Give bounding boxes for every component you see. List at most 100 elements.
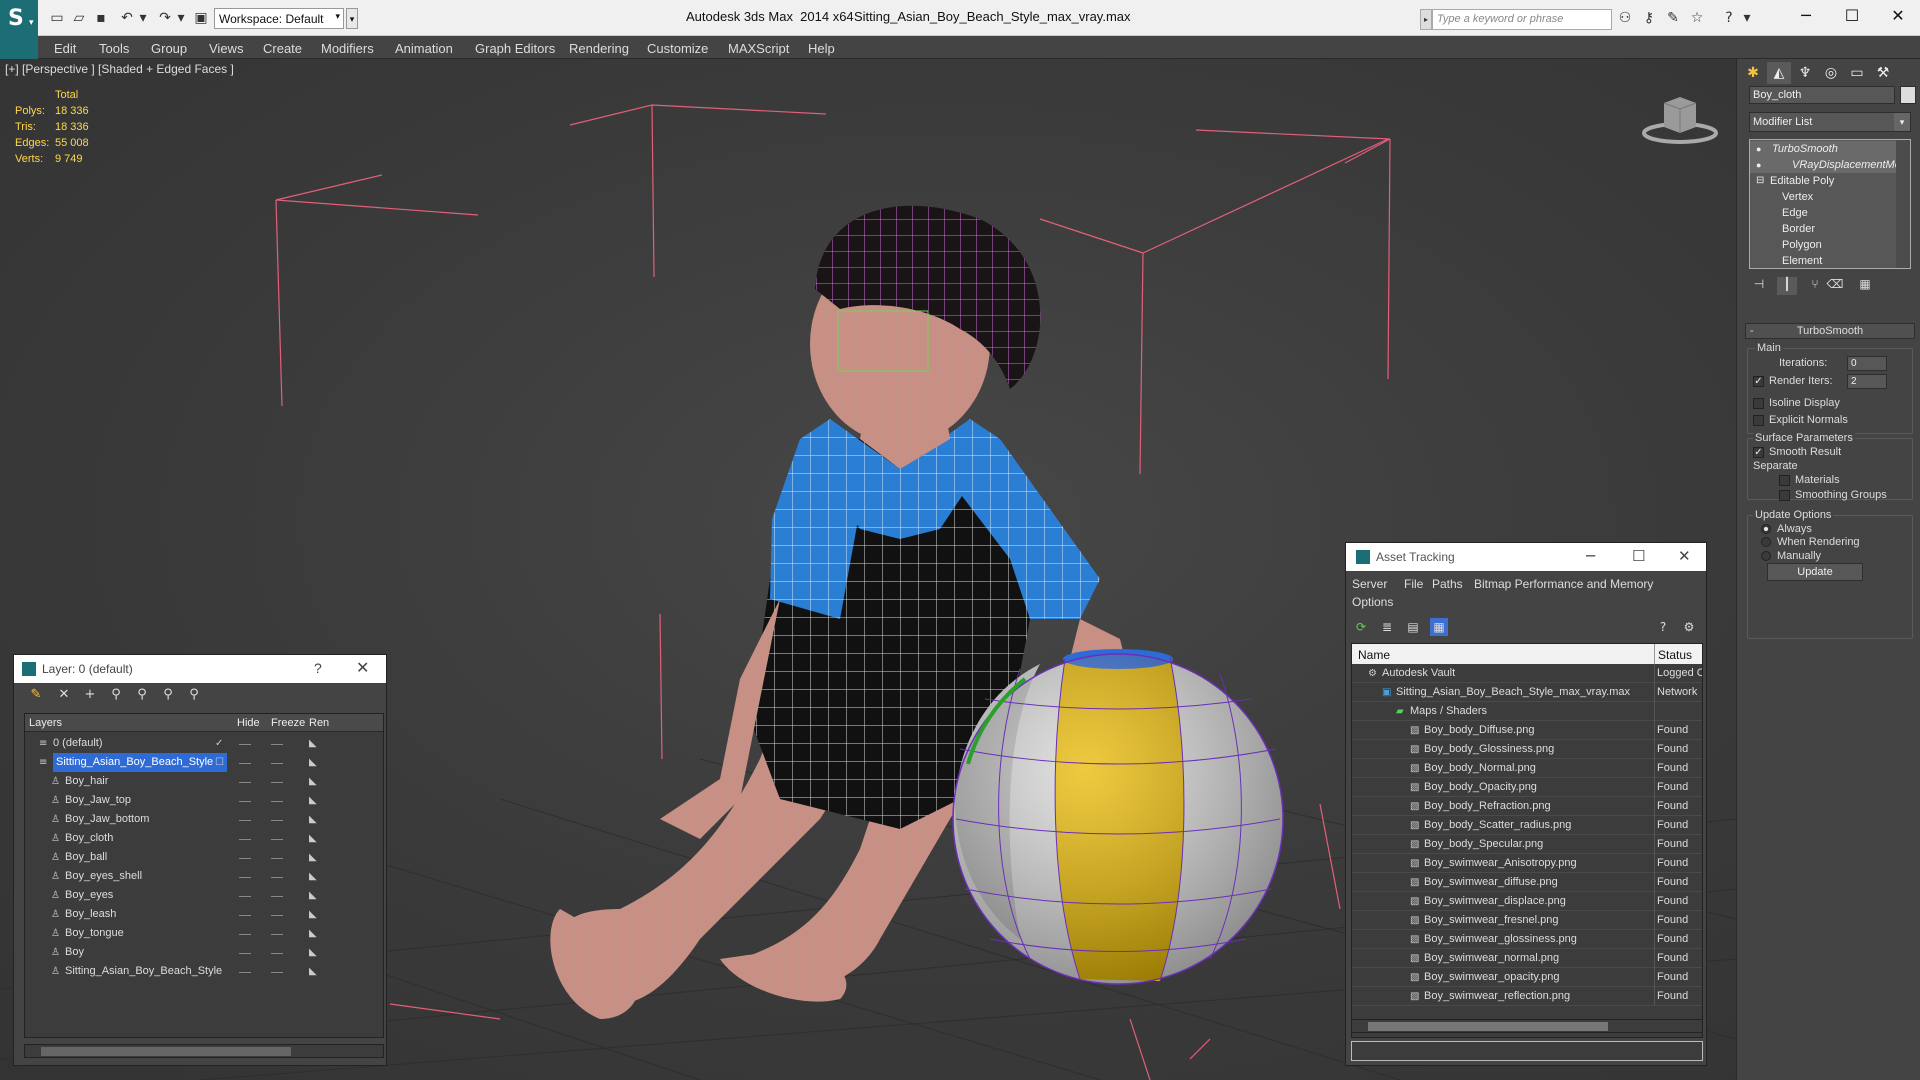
render-teapot-icon[interactable]: ◣ bbox=[309, 905, 317, 924]
close-button[interactable]: ✕ bbox=[1878, 6, 1918, 30]
undo-dropdown-icon[interactable]: ▾ bbox=[134, 9, 152, 27]
asset-row[interactable]: ▣ Sitting_Asian_Boy_Beach_Style_max_vray.… bbox=[1352, 683, 1702, 702]
maximize-button[interactable]: ☐ bbox=[1632, 547, 1645, 565]
menu-rendering[interactable]: Rendering bbox=[569, 41, 629, 56]
freeze-toggle[interactable] bbox=[271, 744, 283, 745]
menu-create[interactable]: Create bbox=[263, 41, 302, 56]
asset-row[interactable]: ▧ Boy_body_Glossiness.png Found bbox=[1352, 740, 1702, 759]
menu-file[interactable]: File bbox=[1404, 577, 1423, 591]
menu-edit[interactable]: Edit bbox=[54, 41, 76, 56]
render-teapot-icon[interactable]: ◣ bbox=[309, 810, 317, 829]
layer-object-row[interactable]: ♙ Boy_leash ◣ bbox=[25, 905, 383, 924]
refresh-icon[interactable]: ⟳ bbox=[1352, 618, 1370, 636]
freeze-toggle[interactable] bbox=[271, 915, 283, 916]
render-teapot-icon[interactable]: ◣ bbox=[309, 772, 317, 791]
stack-item-turbosmooth[interactable]: ● TurboSmooth bbox=[1750, 141, 1896, 157]
layer-new-icon[interactable]: ✎ bbox=[26, 687, 46, 705]
update-manually-radio[interactable] bbox=[1761, 551, 1771, 561]
layer-object-row[interactable]: ♙ Boy_eyes ◣ bbox=[25, 886, 383, 905]
layer-object-row[interactable]: ♙ Boy_eyes_shell ◣ bbox=[25, 867, 383, 886]
render-teapot-icon[interactable]: ◣ bbox=[309, 791, 317, 810]
menu-views[interactable]: Views bbox=[209, 41, 243, 56]
open-file-icon[interactable]: ▱ bbox=[70, 9, 88, 27]
layer-object-row[interactable]: ♙ Boy_ball ◣ bbox=[25, 848, 383, 867]
render-teapot-icon[interactable]: ◣ bbox=[309, 848, 317, 867]
object-color-swatch[interactable] bbox=[1900, 86, 1916, 104]
hide-toggle[interactable] bbox=[239, 877, 251, 878]
hide-toggle[interactable] bbox=[239, 744, 251, 745]
stack-item-edge[interactable]: Edge bbox=[1750, 205, 1896, 221]
menu-graph-editors[interactable]: Graph Editors bbox=[475, 41, 555, 56]
pin-stack-icon[interactable]: ⊣ bbox=[1749, 277, 1769, 295]
render-teapot-icon[interactable]: ◣ bbox=[309, 829, 317, 848]
modifier-stack[interactable]: ● TurboSmooth ● VRayDisplacementMod ⊟ Edita… bbox=[1749, 139, 1911, 269]
remove-modifier-icon[interactable]: ⌫ bbox=[1825, 277, 1845, 295]
asset-path-field[interactable] bbox=[1351, 1041, 1703, 1061]
freeze-toggle[interactable] bbox=[271, 877, 283, 878]
asset-row[interactable]: ⚙ Autodesk Vault Logged Out bbox=[1352, 664, 1702, 683]
delete-icon[interactable]: ✕ bbox=[54, 687, 74, 705]
layer-row[interactable]: ≡ 0 (default) ✓ ◣ bbox=[25, 734, 383, 753]
asset-row[interactable]: ▧ Boy_body_Refraction.png Found bbox=[1352, 797, 1702, 816]
menu-modifiers[interactable]: Modifiers bbox=[321, 41, 374, 56]
hide-toggle[interactable] bbox=[239, 763, 251, 764]
layer-object-row[interactable]: ♙ Boy_cloth ◣ bbox=[25, 829, 383, 848]
close-icon[interactable]: ✕ bbox=[356, 658, 369, 677]
help-dropdown-icon[interactable]: ▾ bbox=[1738, 9, 1756, 27]
render-teapot-icon[interactable]: ◣ bbox=[309, 924, 317, 943]
hide-toggle[interactable] bbox=[239, 896, 251, 897]
favorites-star-icon[interactable]: ☆ bbox=[1688, 9, 1706, 27]
asset-row[interactable]: ▧ Boy_swimwear_normal.png Found bbox=[1352, 949, 1702, 968]
minimize-button[interactable]: ─ bbox=[1786, 6, 1826, 30]
bulb-icon[interactable]: ● bbox=[1756, 157, 1761, 173]
viewport-label[interactable]: [+] [Perspective ] [Shaded + Edged Faces… bbox=[5, 62, 234, 76]
hide-all-icon[interactable]: ⚲ bbox=[158, 687, 178, 705]
asset-list[interactable]: Name Status ⚙ Autodesk Vault Logged Out ▣ Si… bbox=[1351, 643, 1703, 1038]
scroll-thumb[interactable] bbox=[1368, 1022, 1608, 1031]
stack-scrollbar[interactable] bbox=[1896, 140, 1910, 268]
stack-item-border[interactable]: Border bbox=[1750, 221, 1896, 237]
help-icon[interactable]: ? bbox=[1720, 9, 1738, 27]
collapse-icon[interactable]: ⊟ bbox=[1756, 173, 1764, 189]
object-name-field[interactable]: Boy_cloth bbox=[1749, 86, 1895, 104]
close-button[interactable]: ✕ bbox=[1678, 547, 1691, 565]
hide-toggle[interactable] bbox=[239, 839, 251, 840]
freeze-toggle[interactable] bbox=[271, 896, 283, 897]
help-icon[interactable]: ? bbox=[1654, 618, 1672, 636]
hide-toggle[interactable] bbox=[239, 915, 251, 916]
settings-icon[interactable]: ⚙ bbox=[1680, 618, 1698, 636]
freeze-toggle[interactable] bbox=[271, 858, 283, 859]
menu-tools[interactable]: Tools bbox=[99, 41, 129, 56]
menu-animation[interactable]: Animation bbox=[395, 41, 453, 56]
stack-item-editable-poly[interactable]: ⊟ Editable Poly bbox=[1750, 173, 1896, 189]
iterations-spinner[interactable]: 0 bbox=[1847, 356, 1887, 371]
freeze-all-icon[interactable]: ⚲ bbox=[184, 687, 204, 705]
explicit-normals-checkbox[interactable] bbox=[1753, 415, 1764, 426]
asset-row[interactable]: ▧ Boy_body_Scatter_radius.png Found bbox=[1352, 816, 1702, 835]
menu-customize[interactable]: Customize bbox=[647, 41, 708, 56]
smoothing-groups-checkbox[interactable] bbox=[1779, 490, 1790, 501]
asset-row[interactable]: ▧ Boy_swimwear_reflection.png Found bbox=[1352, 987, 1702, 1006]
render-teapot-icon[interactable]: ◣ bbox=[309, 886, 317, 905]
asset-horizontal-scrollbar[interactable] bbox=[1351, 1019, 1703, 1033]
column-render[interactable]: Ren bbox=[309, 717, 329, 729]
search-input[interactable]: Type a keyword or phrase bbox=[1432, 9, 1612, 30]
menu-bitmap-performance[interactable]: Bitmap Performance and Memory bbox=[1474, 577, 1653, 591]
hide-toggle[interactable] bbox=[239, 934, 251, 935]
motion-tab-icon[interactable]: ◎ bbox=[1819, 62, 1843, 84]
workspace-select[interactable]: Workspace: Default ▾ bbox=[214, 8, 344, 29]
search-arrow-icon[interactable]: ▸ bbox=[1420, 9, 1432, 30]
render-iters-spinner[interactable]: 2 bbox=[1847, 374, 1887, 389]
help-button[interactable]: ? bbox=[314, 660, 322, 676]
menu-group[interactable]: Group bbox=[151, 41, 187, 56]
layer-window-titlebar[interactable]: Layer: 0 (default) ? ✕ bbox=[14, 655, 386, 683]
freeze-toggle[interactable] bbox=[271, 801, 283, 802]
hide-toggle[interactable] bbox=[239, 820, 251, 821]
table-view-icon[interactable]: ▦ bbox=[1430, 618, 1448, 636]
stack-item-polygon[interactable]: Polygon bbox=[1750, 237, 1896, 253]
column-status[interactable]: Status bbox=[1658, 648, 1692, 662]
column-name[interactable]: Name bbox=[1358, 648, 1390, 662]
render-teapot-icon[interactable]: ◣ bbox=[309, 943, 317, 962]
modify-tab-icon[interactable]: ◭ bbox=[1767, 62, 1791, 84]
save-icon[interactable]: ▪ bbox=[92, 9, 110, 27]
